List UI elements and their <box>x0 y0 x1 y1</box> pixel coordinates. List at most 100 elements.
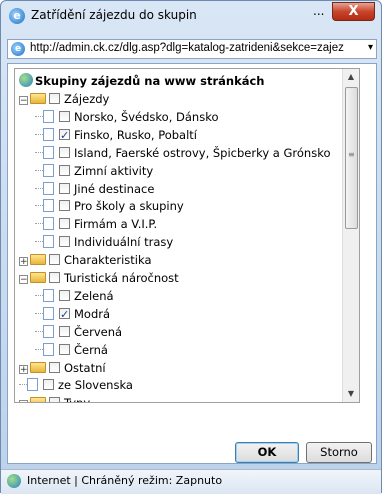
tree-item-checkbox[interactable] <box>49 361 60 373</box>
tree-item[interactable]: − Turistická náročnost <box>19 270 179 287</box>
folder-icon <box>30 93 46 104</box>
close-button[interactable]: X <box>332 2 375 21</box>
tree-item-label: Charakteristika <box>64 253 152 268</box>
tree-item-checkbox[interactable] <box>59 325 70 337</box>
tree-item[interactable]: ze Slovenska <box>19 377 133 394</box>
ie-icon: e <box>9 8 25 24</box>
ok-button[interactable]: OK <box>235 442 299 463</box>
title-ellipsis: ... <box>313 4 325 18</box>
tree-item-label: Zájezdy <box>64 92 110 106</box>
address-dropdown-icon[interactable]: ▾ <box>368 42 373 53</box>
tree-item-label: Typy <box>64 396 90 402</box>
tree-item-label: Jiné destinace <box>74 181 155 196</box>
tree-connector <box>35 115 43 117</box>
tree-item[interactable]: Modrá <box>35 306 110 323</box>
tree-item-checkbox[interactable] <box>49 254 60 266</box>
tree-item-checkbox[interactable] <box>59 146 70 158</box>
address-bar[interactable]: e http://admin.ck.cz/dlg.asp?dlg=katalog… <box>7 39 377 59</box>
document-icon <box>43 217 54 231</box>
document-icon <box>43 235 54 249</box>
scroll-down-icon[interactable]: ▼ <box>343 386 359 402</box>
tree-connector <box>35 205 43 207</box>
tree-connector <box>35 312 43 314</box>
tree-item-checkbox[interactable] <box>59 236 70 248</box>
tree-item[interactable]: Pro školy a skupiny <box>35 198 184 215</box>
tree-item-checkbox[interactable] <box>59 127 70 144</box>
category-tree-panel: Skupiny zájezdů na www stránkách − Zájezd… <box>14 68 360 403</box>
tree-item-checkbox[interactable] <box>49 93 60 104</box>
tree-item-label: Červená <box>74 324 123 339</box>
document-icon <box>43 163 54 177</box>
internet-zone-icon <box>7 474 21 488</box>
tree-item-label: Černá <box>74 342 108 357</box>
tree-item-label: Zelená <box>74 288 114 303</box>
tree-item-checkbox[interactable] <box>59 218 70 230</box>
globe-icon <box>19 73 33 87</box>
tree-connector <box>35 169 43 171</box>
tree-connector <box>35 330 43 332</box>
tree-item[interactable]: Firmám a V.I.P. <box>35 216 157 233</box>
document-icon <box>27 378 38 392</box>
tree-item-checkbox[interactable] <box>49 397 60 402</box>
tree-item-checkbox[interactable] <box>59 164 70 176</box>
document-icon <box>43 181 54 195</box>
tree-item-checkbox[interactable] <box>59 343 70 355</box>
tree-connector <box>35 151 43 153</box>
tree-item[interactable]: Zimní aktivity <box>35 163 153 180</box>
tree-item-label: Pro školy a skupiny <box>74 199 184 214</box>
tree-item[interactable]: Island, Faerské ostrovy, Špicberky a Gró… <box>35 145 331 162</box>
tree-item-label: Firmám a V.I.P. <box>74 217 158 232</box>
tree-item[interactable]: + Charakteristika <box>19 252 152 269</box>
tree-item-checkbox[interactable] <box>59 306 70 323</box>
tree-item-checkbox[interactable] <box>59 182 70 194</box>
tree-item[interactable]: Finsko, Rusko, Pobaltí <box>35 127 197 144</box>
document-icon <box>43 324 54 338</box>
tree-item-checkbox[interactable] <box>59 200 70 212</box>
tree-item-checkbox[interactable] <box>59 289 70 301</box>
folder-icon <box>30 272 46 283</box>
tree-item-label: Finsko, Rusko, Pobaltí <box>74 127 198 142</box>
tree-item[interactable]: Zelená <box>35 288 114 305</box>
folder-icon <box>30 254 46 266</box>
tree-item-label: Modrá <box>74 306 111 321</box>
tree-item-label: ze Slovenska <box>58 378 133 393</box>
document-icon <box>43 127 54 141</box>
folder-icon <box>30 361 46 373</box>
cancel-button[interactable]: Storno <box>306 442 372 463</box>
tree-item[interactable]: Norsko, Švédsko, Dánsko <box>35 109 219 126</box>
tree-item[interactable]: − Zájezdy <box>19 91 109 108</box>
tree-scrollbar[interactable]: ▲ ≡ ▼ <box>342 69 359 402</box>
tree-item[interactable]: Červená <box>35 324 122 341</box>
tree-root[interactable]: Skupiny zájezdů na www stránkách <box>19 73 265 90</box>
page-icon: e <box>11 42 25 56</box>
document-icon <box>43 109 54 123</box>
tree-item[interactable]: Individuální trasy <box>35 234 173 251</box>
tree-item-label: Ostatní <box>64 360 106 375</box>
title-bar[interactable]: e Zatřídění zájezdu do skupin ... X <box>1 1 381 31</box>
document-icon <box>43 288 54 302</box>
dialog-content: Skupiny zájezdů na www stránkách − Zájezd… <box>7 63 377 464</box>
collapse-icon[interactable]: − <box>19 400 28 402</box>
collapse-icon[interactable]: − <box>19 275 28 285</box>
tree-connector <box>35 348 43 350</box>
scroll-thumb[interactable]: ≡ <box>345 87 358 229</box>
tree-item-checkbox[interactable] <box>59 110 70 122</box>
tree-item[interactable]: − Typy <box>19 395 90 402</box>
tree-item-label: Turistická náročnost <box>64 271 179 285</box>
dialog-window: e Zatřídění zájezdu do skupin ... X e ht… <box>0 0 382 494</box>
expand-icon[interactable]: + <box>19 364 28 374</box>
collapse-icon[interactable]: − <box>19 96 28 106</box>
tree-connector <box>35 241 43 243</box>
folder-icon <box>30 397 46 402</box>
address-url: http://admin.ck.cz/dlg.asp?dlg=katalog-z… <box>30 42 344 54</box>
expand-icon[interactable]: + <box>19 257 28 267</box>
tree-item[interactable]: Jiné destinace <box>35 181 154 198</box>
tree-item[interactable]: Černá <box>35 342 108 359</box>
tree-item-checkbox[interactable] <box>49 272 60 283</box>
document-icon <box>43 145 54 159</box>
tree-connector <box>35 223 43 225</box>
tree-item[interactable]: + Ostatní <box>19 360 106 377</box>
scroll-up-icon[interactable]: ▲ <box>343 69 359 85</box>
tree-connector <box>35 133 43 135</box>
tree-item-checkbox[interactable] <box>43 379 54 391</box>
